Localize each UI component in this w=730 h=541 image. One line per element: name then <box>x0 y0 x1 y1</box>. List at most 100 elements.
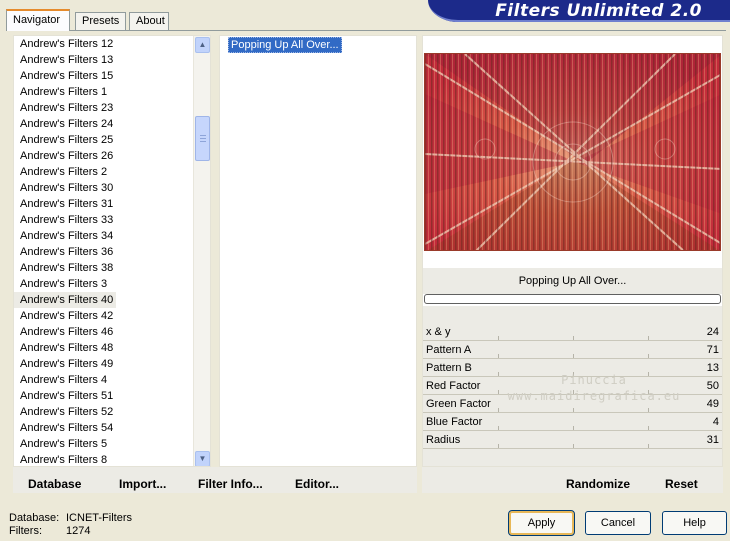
filter-list[interactable]: Popping Up All Over... <box>219 35 417 467</box>
slider-tick <box>498 408 499 412</box>
category-item[interactable]: Andrew's Filters 3 <box>14 276 116 292</box>
filters-info: Filters: 1274 <box>9 525 90 537</box>
category-item[interactable]: Andrew's Filters 48 <box>14 340 116 356</box>
banner-title: Filters Unlimited 2.0 <box>495 1 702 21</box>
category-item[interactable]: Andrew's Filters 38 <box>14 260 116 276</box>
category-item[interactable]: Andrew's Filters 49 <box>14 356 116 372</box>
param-pattern-a[interactable]: Pattern A 71 <box>423 342 722 359</box>
tab-navigator[interactable]: Navigator <box>6 9 70 31</box>
param-red-factor[interactable]: Red Factor 50 <box>423 378 722 395</box>
filter-item-popping-up[interactable]: Popping Up All Over... <box>228 37 342 53</box>
category-item[interactable]: Andrew's Filters 34 <box>14 228 116 244</box>
category-item[interactable]: Andrew's Filters 25 <box>14 132 116 148</box>
category-items: Andrew's Filters 12 Andrew's Filters 13 An… <box>14 36 210 466</box>
tab-presets[interactable]: Presets <box>75 12 126 30</box>
param-value: 4 <box>712 416 719 428</box>
param-label: Green Factor <box>426 398 491 410</box>
param-value: 50 <box>706 380 719 392</box>
thumb-grip <box>200 138 206 139</box>
category-item[interactable]: Andrew's Filters 5 <box>14 436 116 452</box>
category-item[interactable]: Andrew's Filters 23 <box>14 100 116 116</box>
slider-tick <box>573 372 574 376</box>
param-pattern-b[interactable]: Pattern B 13 <box>423 360 722 377</box>
category-item[interactable]: Andrew's Filters 31 <box>14 196 116 212</box>
param-value: 13 <box>706 362 719 374</box>
category-item[interactable]: Andrew's Filters 24 <box>14 116 116 132</box>
category-item[interactable]: Andrew's Filters 54 <box>14 420 116 436</box>
tab-about[interactable]: About <box>129 12 169 30</box>
slider-tick <box>573 444 574 448</box>
database-value: ICNET-Filters <box>66 512 132 524</box>
filters-count: 1274 <box>66 525 91 537</box>
preview-artwork <box>425 54 720 250</box>
slider-track <box>423 430 722 431</box>
thumb-grip <box>200 141 206 142</box>
slider-tick <box>498 390 499 394</box>
param-value: 24 <box>706 326 719 338</box>
slider-tick <box>498 444 499 448</box>
randomize-button[interactable]: Randomize <box>566 477 630 491</box>
scroll-down-button[interactable]: ▼ <box>195 451 210 466</box>
param-label: Blue Factor <box>426 416 483 428</box>
category-list[interactable]: Andrew's Filters 12 Andrew's Filters 13 An… <box>13 35 211 467</box>
slider-tick <box>498 336 499 340</box>
slider-tick <box>573 390 574 394</box>
category-item[interactable]: Andrew's Filters 12 <box>14 36 116 52</box>
category-item[interactable]: Andrew's Filters 4 <box>14 372 116 388</box>
category-item[interactable]: Andrew's Filters 30 <box>14 180 116 196</box>
database-button[interactable]: Database <box>28 477 81 491</box>
import-button[interactable]: Import... <box>119 477 166 491</box>
progress-bar <box>424 294 721 304</box>
navigator-actions: Database Import... Filter Info... Editor… <box>13 467 417 493</box>
reset-button[interactable]: Reset <box>665 477 698 491</box>
category-item[interactable]: Andrew's Filters 26 <box>14 148 116 164</box>
slider-tick <box>498 426 499 430</box>
category-item[interactable]: Andrew's Filters 40 <box>14 292 116 308</box>
slider-tick <box>573 354 574 358</box>
cancel-button[interactable]: Cancel <box>585 511 651 535</box>
param-value: 49 <box>706 398 719 410</box>
scroll-thumb[interactable] <box>195 116 210 161</box>
slider-tick <box>573 408 574 412</box>
category-item[interactable]: Andrew's Filters 36 <box>14 244 116 260</box>
category-item[interactable]: Andrew's Filters 1 <box>14 84 116 100</box>
category-item[interactable]: Andrew's Filters 8 <box>14 452 116 466</box>
param-radius[interactable]: Radius 31 <box>423 432 722 449</box>
category-item[interactable]: Andrew's Filters 51 <box>14 388 116 404</box>
param-green-factor[interactable]: Green Factor 49 <box>423 396 722 413</box>
slider-track <box>423 394 722 395</box>
tab-bar: Navigator Presets About <box>6 9 426 31</box>
slider-tick <box>648 408 649 412</box>
category-item[interactable]: Andrew's Filters 15 <box>14 68 116 84</box>
category-item[interactable]: Andrew's Filters 2 <box>14 164 116 180</box>
filter-info-button[interactable]: Filter Info... <box>198 477 263 491</box>
slider-track <box>423 448 722 449</box>
category-scrollbar[interactable]: ▲ ▼ <box>193 36 210 466</box>
param-blue-factor[interactable]: Blue Factor 4 <box>423 414 722 431</box>
category-item[interactable]: Andrew's Filters 46 <box>14 324 116 340</box>
param-label: Radius <box>426 434 461 446</box>
param-label: Pattern A <box>426 344 472 356</box>
slider-track <box>423 376 722 377</box>
thumb-grip <box>200 135 206 136</box>
category-item[interactable]: Andrew's Filters 33 <box>14 212 116 228</box>
slider-track <box>423 340 722 341</box>
scroll-up-button[interactable]: ▲ <box>195 37 210 53</box>
slider-track <box>423 358 722 359</box>
slider-track <box>423 412 722 413</box>
param-x-y[interactable]: x & y 24 <box>423 324 722 341</box>
database-label: Database: <box>9 512 60 524</box>
slider-tick <box>498 354 499 358</box>
apply-button[interactable]: Apply <box>508 510 575 536</box>
category-item[interactable]: Andrew's Filters 42 <box>14 308 116 324</box>
preview-image <box>424 53 721 251</box>
help-button[interactable]: Help <box>662 511 727 535</box>
slider-tick <box>648 336 649 340</box>
slider-tick <box>573 426 574 430</box>
slider-tick <box>648 372 649 376</box>
category-item[interactable]: Andrew's Filters 13 <box>14 52 116 68</box>
category-item[interactable]: Andrew's Filters 52 <box>14 404 116 420</box>
active-filter-name: Popping Up All Over... <box>423 268 722 294</box>
editor-button[interactable]: Editor... <box>295 477 339 491</box>
slider-tick <box>648 390 649 394</box>
